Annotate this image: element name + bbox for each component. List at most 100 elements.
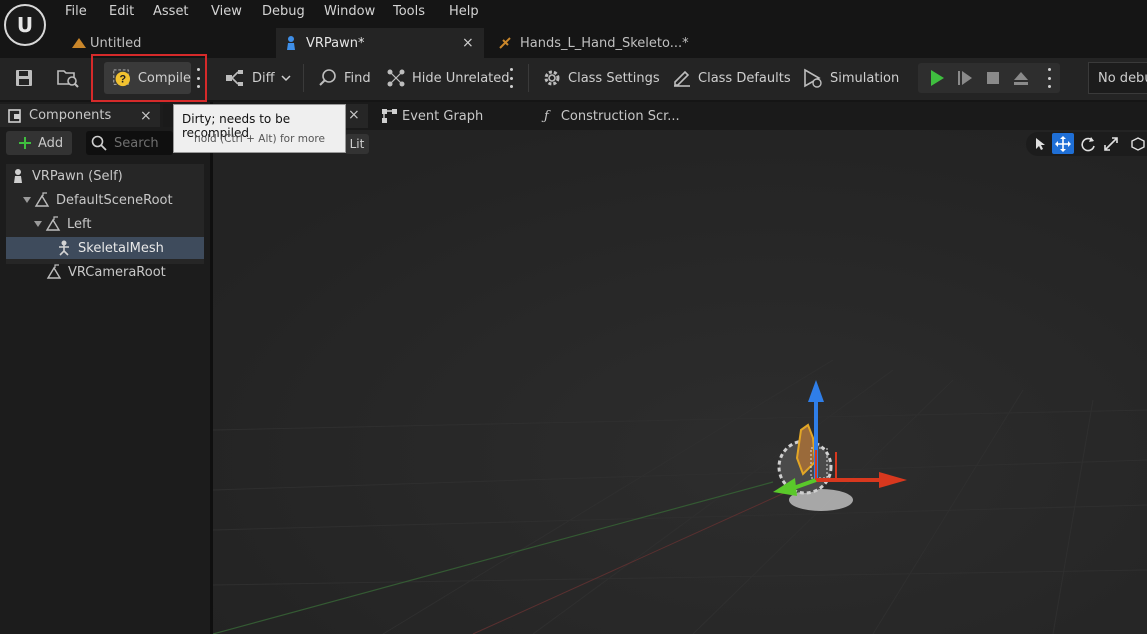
tab-untitled-label: Untitled bbox=[90, 35, 142, 51]
step-button[interactable] bbox=[954, 62, 976, 94]
select-mode-button[interactable] bbox=[1029, 133, 1051, 154]
play-icon bbox=[931, 70, 944, 86]
find-label: Find bbox=[344, 70, 371, 86]
tree-item-label: Left bbox=[67, 216, 92, 232]
lit-label: Lit bbox=[349, 137, 365, 151]
rotate-mode-button[interactable] bbox=[1077, 133, 1099, 154]
debug-object-label: No debug bbox=[1098, 70, 1147, 86]
event-graph-icon bbox=[382, 109, 397, 123]
function-icon: ƒ bbox=[544, 108, 549, 124]
save-button[interactable] bbox=[10, 62, 38, 94]
class-settings-button[interactable]: Class Settings bbox=[542, 62, 660, 94]
scale-icon bbox=[1104, 136, 1118, 151]
save-icon bbox=[16, 70, 32, 86]
browse-button[interactable] bbox=[52, 62, 84, 94]
find-button[interactable]: Find bbox=[318, 62, 371, 94]
plus-icon bbox=[19, 137, 31, 149]
debug-object-dropdown[interactable]: No debug bbox=[1088, 62, 1147, 94]
tree-item-vrcameraroot[interactable]: VRCameraRoot bbox=[6, 261, 204, 283]
skeleton-icon bbox=[499, 37, 511, 49]
search-placeholder: Search bbox=[114, 135, 159, 151]
hide-unrelated-label: Hide Unrelated bbox=[412, 70, 510, 86]
expand-arrow-icon bbox=[34, 221, 42, 227]
tree-item-vrpawn-self[interactable]: VRPawn (Self) bbox=[6, 165, 204, 187]
menu-tools[interactable]: Tools bbox=[393, 4, 425, 19]
toolbar-divider bbox=[303, 64, 304, 92]
step-icon bbox=[958, 71, 972, 85]
components-close-icon[interactable]: × bbox=[140, 108, 152, 124]
menu-help[interactable]: Help bbox=[449, 4, 479, 19]
add-component-button[interactable]: Add bbox=[6, 131, 72, 155]
skeletal-mesh-icon bbox=[59, 240, 69, 256]
scale-mode-button[interactable] bbox=[1100, 133, 1122, 154]
simulation-button[interactable]: Simulation bbox=[802, 62, 899, 94]
menu-debug[interactable]: Debug bbox=[262, 4, 305, 19]
eject-button[interactable] bbox=[1010, 62, 1032, 94]
play-options-kebab-icon[interactable] bbox=[1047, 68, 1051, 88]
class-defaults-label: Class Defaults bbox=[698, 70, 791, 86]
world-local-button[interactable] bbox=[1129, 133, 1147, 154]
tab-components[interactable]: Components × bbox=[0, 104, 160, 127]
menu-asset[interactable]: Asset bbox=[153, 4, 189, 19]
details-tab-stub[interactable] bbox=[163, 104, 173, 127]
expand-arrow-icon bbox=[23, 197, 31, 203]
tooltip-subtitle: hold (Ctrl + Alt) for more bbox=[194, 133, 325, 145]
transform-gizmo[interactable] bbox=[763, 370, 923, 520]
viewport-close-icon[interactable]: × bbox=[348, 107, 360, 123]
compile-highlight-box bbox=[91, 54, 207, 102]
rotate-icon bbox=[1081, 136, 1095, 151]
components-icon bbox=[8, 108, 21, 123]
browse-folder-icon bbox=[57, 70, 79, 88]
tab-vrpawn-close-icon[interactable]: × bbox=[462, 35, 474, 51]
tab-vrpawn[interactable]: VRPawn* × bbox=[276, 28, 484, 58]
cursor-icon bbox=[1036, 137, 1045, 150]
chevron-down-icon bbox=[281, 75, 291, 82]
find-icon bbox=[319, 69, 336, 86]
find-options-kebab-icon[interactable] bbox=[509, 68, 513, 88]
tree-item-label: DefaultSceneRoot bbox=[56, 192, 173, 208]
hide-unrelated-button[interactable]: Hide Unrelated bbox=[386, 62, 510, 94]
tab-vrpawn-label: VRPawn* bbox=[306, 35, 365, 51]
toolbar-divider bbox=[528, 64, 529, 92]
class-defaults-button[interactable]: Class Defaults bbox=[672, 62, 791, 94]
pawn-icon bbox=[287, 36, 295, 50]
tree-item-label: SkeletalMesh bbox=[78, 240, 164, 256]
construction-script-label: Construction Scr... bbox=[560, 108, 680, 124]
diff-icon bbox=[226, 70, 243, 86]
menu-edit[interactable]: Edit bbox=[109, 4, 134, 19]
tab-construction-script[interactable]: ƒ Construction Scr... bbox=[540, 104, 700, 128]
components-tab-label: Components bbox=[29, 108, 112, 123]
viewport-grid bbox=[213, 130, 1147, 634]
event-graph-label: Event Graph bbox=[402, 108, 484, 124]
view-mode-lit-button[interactable]: Lit bbox=[345, 134, 369, 154]
menu-window[interactable]: Window bbox=[324, 4, 375, 19]
class-defaults-icon bbox=[674, 70, 690, 87]
simulation-label: Simulation bbox=[830, 70, 900, 86]
class-settings-label: Class Settings bbox=[568, 70, 660, 86]
simulation-icon bbox=[804, 68, 822, 88]
translate-mode-button[interactable] bbox=[1052, 133, 1074, 154]
unreal-logo-icon[interactable]: U bbox=[4, 4, 46, 46]
diff-label: Diff bbox=[252, 70, 275, 86]
play-button[interactable] bbox=[926, 62, 948, 94]
menu-view[interactable]: View bbox=[211, 4, 242, 19]
stop-button[interactable] bbox=[982, 62, 1004, 94]
viewport[interactable] bbox=[213, 130, 1147, 634]
search-input[interactable]: Search bbox=[86, 131, 173, 155]
scene-component-icon bbox=[45, 216, 61, 231]
tree-item-label: VRCameraRoot bbox=[68, 264, 166, 280]
add-label: Add bbox=[38, 135, 64, 151]
tab-event-graph[interactable]: Event Graph bbox=[372, 104, 532, 128]
hide-unrelated-icon bbox=[387, 69, 405, 87]
menu-file[interactable]: File bbox=[65, 4, 87, 19]
scene-component-icon bbox=[34, 192, 50, 207]
search-icon bbox=[91, 135, 107, 151]
stop-icon bbox=[987, 72, 999, 84]
tab-hands-skeleton[interactable]: Hands_L_Hand_Skeleto...* bbox=[490, 28, 730, 58]
move-icon bbox=[1055, 135, 1071, 152]
diff-button[interactable]: Diff bbox=[224, 62, 291, 94]
tree-item-defaultsceneroot[interactable]: DefaultSceneRoot bbox=[6, 189, 204, 211]
tree-item-left[interactable]: Left bbox=[6, 213, 204, 235]
tree-item-skeletalmesh[interactable]: SkeletalMesh bbox=[6, 237, 204, 259]
eject-icon bbox=[1014, 72, 1028, 85]
